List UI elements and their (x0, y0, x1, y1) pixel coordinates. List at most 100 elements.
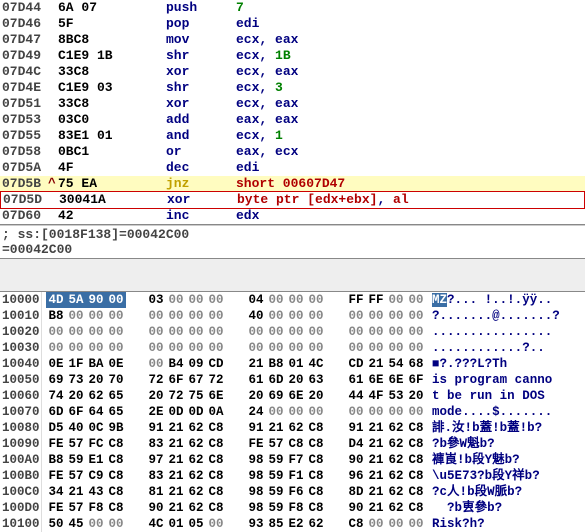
asm-mnemonic: pop (166, 16, 236, 32)
status-bar: ; ss:[0018F138]=00042C00 =00042C00 (0, 225, 585, 258)
hex-ascii: ................ (426, 324, 585, 340)
asm-row[interactable]: 07D4EC1E9 03shrecx, 3 (0, 80, 585, 96)
hex-bytes: 69732070726F6772616D2063616E6E6F (42, 372, 426, 388)
hex-bytes: 4D5A90000300000004000000FFFF0000 (42, 292, 426, 308)
hex-address: 10020 (0, 324, 42, 340)
asm-operands: edx (236, 208, 585, 224)
asm-address: 07D47 (0, 32, 48, 48)
asm-operands: edi (236, 160, 585, 176)
asm-operands: eax, ecx (236, 144, 585, 160)
hex-address: 10040 (0, 356, 42, 372)
hex-ascii: 誹.汝!b蓋!b蓋!b? (426, 420, 585, 436)
hex-row[interactable]: 100A0B859E1C8972162C89859F7C8902162C8褲崀!… (0, 452, 585, 468)
asm-mnemonic: shr (166, 48, 236, 64)
hex-row[interactable]: 10090FE57FCC8832162C8FE57C8C8D42162C8?b參… (0, 436, 585, 452)
asm-mnemonic: mov (166, 32, 236, 48)
asm-row[interactable]: 07D446A 07push7 (0, 0, 585, 16)
asm-address: 07D4E (0, 80, 48, 96)
hex-row[interactable]: 1005069732070726F6772616D2063616E6E6Fis … (0, 372, 585, 388)
hex-address: 10030 (0, 340, 42, 356)
asm-row[interactable]: 07D478BC8movecx, eax (0, 32, 585, 48)
asm-mark: ^ (48, 176, 58, 192)
asm-bytes: 03C0 (58, 112, 166, 128)
asm-row[interactable]: 07D5D 30041Axorbyte ptr [edx+ebx], al (0, 191, 585, 209)
asm-mnemonic: inc (166, 208, 236, 224)
asm-address: 07D46 (0, 16, 48, 32)
asm-mark (48, 128, 58, 144)
asm-bytes: 8BC8 (58, 32, 166, 48)
hex-bytes: 742062652072756E20696E20444F5320 (42, 388, 426, 404)
hex-ascii: is program canno (426, 372, 585, 388)
asm-operands: ecx, eax (236, 64, 585, 80)
hex-bytes: 00000000000000000000000000000000 (42, 340, 426, 356)
hex-bytes: B8000000000000004000000000000000 (42, 308, 426, 324)
asm-bytes: 30041A (59, 192, 167, 208)
asm-bytes: 4F (58, 160, 166, 176)
hex-bytes: D5400C9B912162C8912162C8912162C8 (42, 420, 426, 436)
asm-operands: byte ptr [edx+ebx], al (237, 192, 584, 208)
asm-row[interactable]: 07D5B^75 EAjnzshort 00607D47 (0, 176, 585, 192)
asm-mnemonic: xor (166, 96, 236, 112)
asm-bytes: 75 EA (58, 176, 166, 192)
hexdump-pane[interactable]: 100004D5A90000300000004000000FFFF0000MZ?… (0, 292, 585, 532)
hex-ascii: Risk?h? (426, 516, 585, 532)
hex-address: 10080 (0, 420, 42, 436)
asm-bytes: 6A 07 (58, 0, 166, 16)
hex-row[interactable]: 1003000000000000000000000000000000000...… (0, 340, 585, 356)
hex-row[interactable]: 100706D6F64652E0D0D0A2400000000000000mod… (0, 404, 585, 420)
hex-row[interactable]: 10060742062652072756E20696E20444F5320t b… (0, 388, 585, 404)
asm-mnemonic: jnz (166, 176, 236, 192)
hex-row[interactable]: 100B0FE57C9C8832162C89859F1C8962162C8\u5… (0, 468, 585, 484)
hex-ascii: ?b參W魁b? (426, 436, 585, 452)
asm-row[interactable]: 07D5583E1 01andecx, 1 (0, 128, 585, 144)
hex-row[interactable]: 100C0342143C8812162C89859F6C88D2162C8?c人… (0, 484, 585, 500)
asm-address: 07D60 (0, 208, 48, 224)
asm-address: 07D5B (0, 176, 48, 192)
asm-row[interactable]: 07D5303C0addeax, eax (0, 112, 585, 128)
hex-ascii: t be run in DOS (426, 388, 585, 404)
asm-mnemonic: and (166, 128, 236, 144)
hex-ascii: ?.......@.......? (426, 308, 585, 324)
asm-mark (48, 112, 58, 128)
hex-row[interactable]: 10100504500004C0105009385E262C8000000Ris… (0, 516, 585, 532)
hex-row[interactable]: 100004D5A90000300000004000000FFFF0000MZ?… (0, 292, 585, 308)
asm-mark (48, 208, 58, 224)
asm-bytes: 42 (58, 208, 166, 224)
asm-mark (48, 96, 58, 112)
asm-row[interactable]: 07D4C33C8xorecx, eax (0, 64, 585, 80)
hex-bytes: 0E1FBA0E00B409CD21B8014CCD215468 (42, 356, 426, 372)
asm-bytes: 83E1 01 (58, 128, 166, 144)
disassembly-pane[interactable]: 07D446A 07push707D465Fpopedi07D47 8BC8mov… (0, 0, 585, 225)
asm-mark (48, 80, 58, 96)
hex-bytes: 342143C8812162C89859F6C88D2162C8 (42, 484, 426, 500)
hex-row[interactable]: 100400E1FBA0E00B409CD21B8014CCD215468■?.… (0, 356, 585, 372)
asm-operands: ecx, 3 (236, 80, 585, 96)
asm-mark (48, 144, 58, 160)
asm-address: 07D5A (0, 160, 48, 176)
hex-row[interactable]: 100D0FE57F8C8902162C89859F8C8902162C8 ?b… (0, 500, 585, 516)
asm-address: 07D51 (0, 96, 48, 112)
hex-row[interactable]: 10010B8000000000000004000000000000000?..… (0, 308, 585, 324)
asm-row[interactable]: 07D5A4Fdecedi (0, 160, 585, 176)
hex-ascii: ?b叀參b? (426, 500, 585, 516)
hex-row[interactable]: 1002000000000000000000000000000000000...… (0, 324, 585, 340)
hex-row[interactable]: 10080D5400C9B912162C8912162C8912162C8誹.汝… (0, 420, 585, 436)
asm-mnemonic: xor (167, 192, 237, 208)
asm-mnemonic: push (166, 0, 236, 16)
asm-row[interactable]: 07D465Fpopedi (0, 16, 585, 32)
hex-address: 10010 (0, 308, 42, 324)
asm-row[interactable]: 07D580BC1oreax, ecx (0, 144, 585, 160)
pane-separator[interactable] (0, 258, 585, 292)
asm-operands: short 00607D47 (236, 176, 585, 192)
asm-row[interactable]: 07D60 42incedx (0, 208, 585, 224)
hex-bytes: FE57C9C8832162C89859F1C8962162C8 (42, 468, 426, 484)
hex-bytes: B859E1C8972162C89859F7C8902162C8 (42, 452, 426, 468)
asm-mark (48, 64, 58, 80)
asm-mark (48, 32, 58, 48)
asm-mnemonic: xor (166, 64, 236, 80)
hex-address: 100A0 (0, 452, 42, 468)
hex-ascii: ?c人!b段W脈b? (426, 484, 585, 500)
asm-row[interactable]: 07D5133C8xorecx, eax (0, 96, 585, 112)
asm-address: 07D5D (1, 192, 49, 208)
asm-row[interactable]: 07D49C1E9 1Bshrecx, 1B (0, 48, 585, 64)
